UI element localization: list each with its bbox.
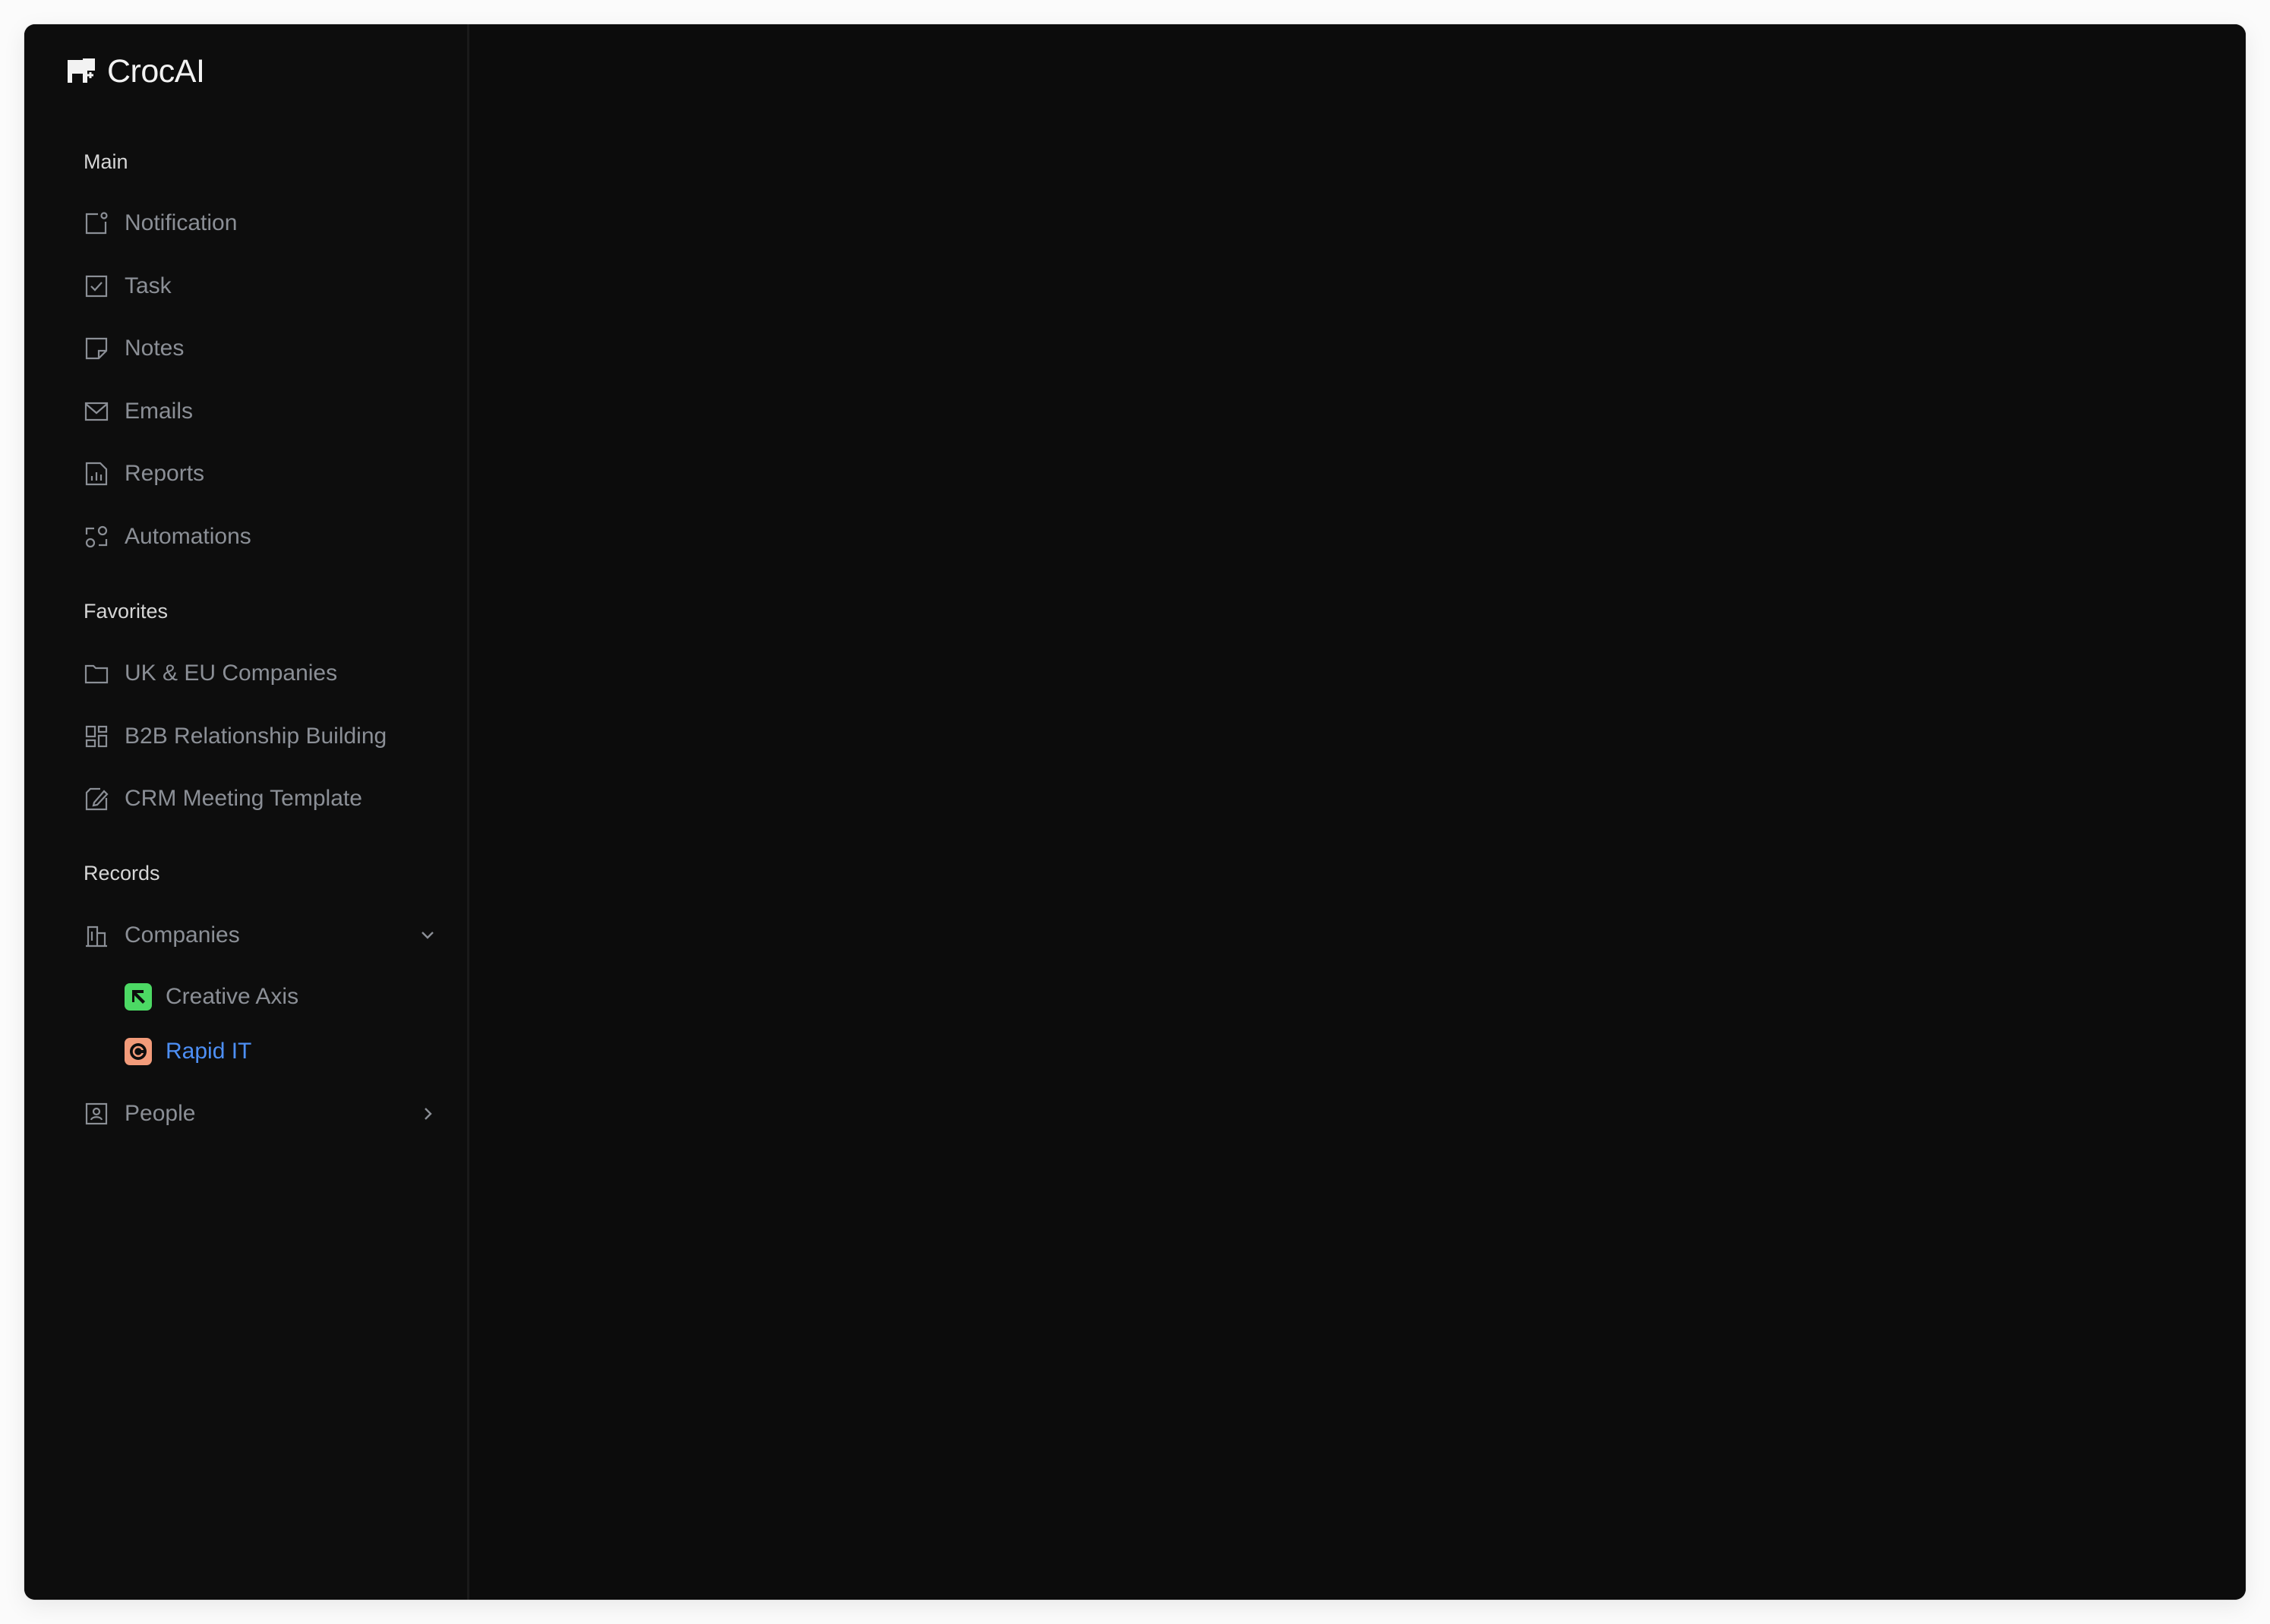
sidebar-item-companies[interactable]: Companies <box>84 916 440 954</box>
sidebar-item-notification[interactable]: Notification <box>84 204 440 242</box>
creative-axis-logo <box>125 983 152 1011</box>
sidebar-item-label: Reports <box>125 461 205 486</box>
sidebar-item-label: Notification <box>125 210 238 235</box>
sidebar-subitem-label: Rapid IT <box>166 1039 252 1064</box>
sidebar-item-label: CRM Meeting Template <box>125 786 362 811</box>
main-content <box>469 24 2246 1600</box>
chevron-right-icon[interactable] <box>415 1101 440 1127</box>
chevron-down-icon[interactable] <box>415 922 440 948</box>
sidebar-item-label: Task <box>125 273 172 298</box>
sidebar-item-emails[interactable]: Emails <box>84 393 440 430</box>
sidebar-subitem-label: Creative Axis <box>166 984 299 1009</box>
mail-icon <box>84 399 109 424</box>
sidebar-item-label: People <box>125 1101 196 1126</box>
grid-icon <box>84 724 109 749</box>
app-name: CrocAI <box>107 53 205 90</box>
sidebar-item-crm-meeting-template[interactable]: CRM Meeting Template <box>84 780 440 818</box>
sidebar-item-label: Emails <box>125 399 194 424</box>
sidebar-item-b2b-relationship-building[interactable]: B2B Relationship Building <box>84 717 440 755</box>
sidebar-item-notes[interactable]: Notes <box>84 330 440 367</box>
sidebar-item-label: Notes <box>125 336 185 361</box>
app-window: CrocAI Main Notification Task Notes Emai… <box>24 24 2246 1600</box>
rapid-it-logo <box>125 1038 152 1065</box>
sidebar-item-uk-eu-companies[interactable]: UK & EU Companies <box>84 654 440 692</box>
sidebar-item-reports[interactable]: Reports <box>84 455 440 493</box>
sidebar-item-task[interactable]: Task <box>84 267 440 305</box>
sidebar: CrocAI Main Notification Task Notes Emai… <box>24 24 469 1600</box>
task-checkbox-icon <box>84 273 109 299</box>
sidebar-item-label: Companies <box>125 922 240 948</box>
notification-icon <box>84 210 109 236</box>
section-label-records: Records <box>84 862 160 885</box>
sidebar-subitem-creative-axis[interactable]: Creative Axis <box>125 978 428 1016</box>
note-icon <box>84 336 109 361</box>
edit-document-icon <box>84 786 109 812</box>
automation-icon <box>84 524 109 550</box>
sidebar-item-label: Automations <box>125 524 251 549</box>
building-icon <box>84 922 109 948</box>
report-chart-icon <box>84 461 109 487</box>
sidebar-item-label: UK & EU Companies <box>125 661 338 686</box>
crocai-logo-icon <box>66 57 96 87</box>
sidebar-item-label: B2B Relationship Building <box>125 724 387 749</box>
folder-icon <box>84 661 109 686</box>
sidebar-subitem-rapid-it[interactable]: Rapid IT <box>125 1033 428 1071</box>
section-label-main: Main <box>84 150 128 173</box>
sidebar-item-people[interactable]: People <box>84 1095 440 1133</box>
person-badge-icon <box>84 1101 109 1127</box>
section-label-favorites: Favorites <box>84 600 169 623</box>
sidebar-item-automations[interactable]: Automations <box>84 518 440 556</box>
app-logo[interactable]: CrocAI <box>66 53 205 90</box>
